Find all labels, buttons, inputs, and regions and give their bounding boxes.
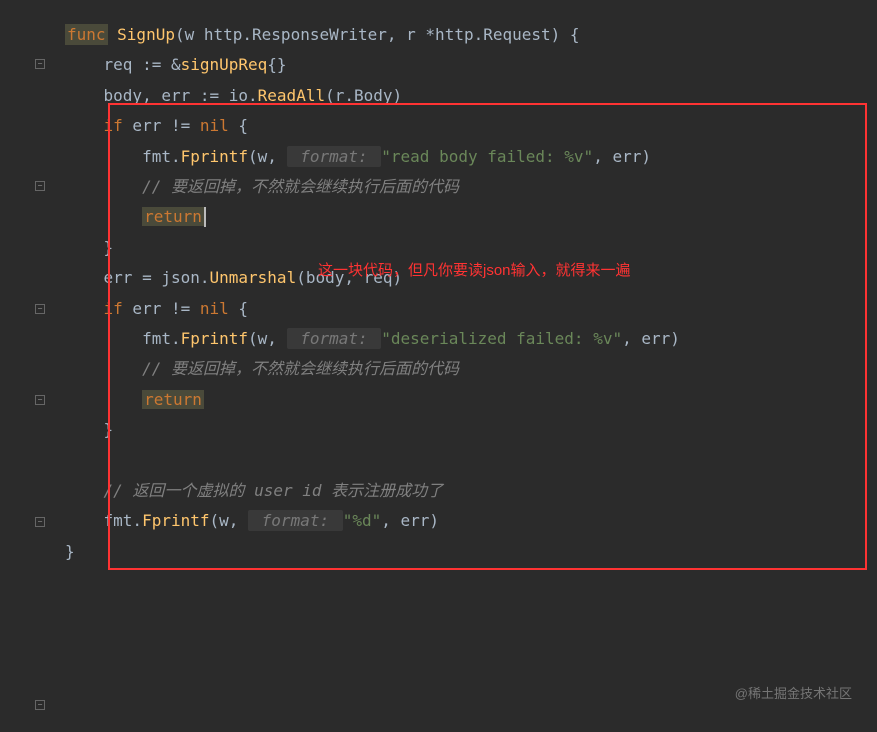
keyword-nil: nil	[200, 116, 229, 135]
code-line: return	[65, 202, 877, 232]
keyword-return: return	[142, 207, 204, 226]
keyword-return: return	[142, 390, 204, 409]
fold-marker[interactable]: −	[34, 58, 46, 70]
gutter: − − − − − −	[0, 20, 50, 732]
comment: // 返回一个虚拟的 user id 表示注册成功了	[104, 481, 444, 500]
comment: // 要返回掉，不然就会继续执行后面的代码	[142, 359, 459, 378]
fold-marker[interactable]: −	[34, 180, 46, 192]
keyword-if: if	[104, 116, 123, 135]
fold-marker[interactable]: −	[34, 303, 46, 315]
code-line: // 要返回掉，不然就会继续执行后面的代码	[65, 172, 877, 202]
keyword-func: func	[65, 24, 108, 45]
code-line: fmt.Fprintf(w, format: "read body failed…	[65, 142, 877, 172]
keyword-nil: nil	[200, 299, 229, 318]
code-line: }	[65, 415, 877, 445]
code-area[interactable]: func SignUp(w http.ResponseWriter, r *ht…	[50, 20, 877, 732]
code-line: fmt.Fprintf(w, format: "deserialized fai…	[65, 324, 877, 354]
code-line: if err != nil {	[65, 294, 877, 324]
keyword-if: if	[104, 299, 123, 318]
string-literal: "read body failed: %v"	[381, 147, 593, 166]
function-name: SignUp	[108, 25, 175, 44]
fold-marker[interactable]: −	[34, 516, 46, 528]
code-editor: − − − − − − func SignUp(w http.ResponseW…	[0, 0, 877, 732]
code-line: // 返回一个虚拟的 user id 表示注册成功了	[65, 476, 877, 506]
string-literal: "deserialized failed: %v"	[381, 329, 622, 348]
code-line	[65, 445, 877, 475]
code-line: if err != nil {	[65, 111, 877, 141]
comment: // 要返回掉，不然就会继续执行后面的代码	[142, 177, 459, 196]
code-line: fmt.Fprintf(w, format: "%d", err)	[65, 506, 877, 536]
code-line: body, err := io.ReadAll(r.Body)	[65, 81, 877, 111]
fold-marker[interactable]: −	[34, 394, 46, 406]
params: (w http.ResponseWriter, r *http.Request)…	[175, 25, 580, 44]
code-line: req := &signUpReq{}	[65, 50, 877, 80]
text-cursor	[204, 207, 206, 227]
param-hint: format:	[248, 510, 343, 531]
annotation-text: 这一块代码，但凡你要读json输入，就得来一遍	[318, 257, 631, 286]
fold-marker[interactable]: −	[34, 699, 46, 711]
string-literal: "%d"	[343, 511, 382, 530]
param-hint: format:	[287, 146, 382, 167]
code-line: }	[65, 537, 877, 567]
param-hint: format:	[287, 328, 382, 349]
watermark: @稀土掘金技术社区	[735, 682, 852, 707]
code-line: return	[65, 385, 877, 415]
code-line: // 要返回掉，不然就会继续执行后面的代码	[65, 354, 877, 384]
code-line: func SignUp(w http.ResponseWriter, r *ht…	[65, 20, 877, 50]
